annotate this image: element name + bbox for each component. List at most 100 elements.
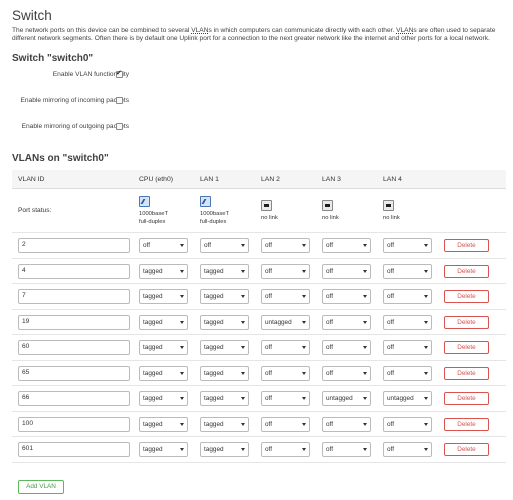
select-value: off [387, 267, 394, 275]
port-membership-select[interactable]: off [139, 238, 188, 254]
switch-page: Switch The network ports on this device … [12, 8, 506, 463]
vlans-heading: VLANs on "switch0" [12, 152, 109, 164]
port-membership-select[interactable]: off [261, 238, 310, 254]
port-membership-select[interactable]: off [322, 442, 371, 458]
delete-vlan-button[interactable]: Delete [444, 290, 489, 304]
option-label: Enable VLAN functionality [52, 70, 129, 78]
port-membership-select[interactable]: tagged [139, 289, 188, 305]
port-membership-select[interactable]: off [322, 340, 371, 356]
vlan-id-input[interactable]: 100 [18, 416, 130, 432]
add-vlan-button[interactable]: Add VLAN [18, 480, 64, 494]
action-cell: Delete [438, 283, 506, 310]
vlan-id-input[interactable]: 4 [18, 263, 130, 279]
column-header: LAN 2 [255, 169, 316, 190]
port-membership-cell: off [377, 436, 438, 463]
delete-vlan-button[interactable]: Delete [444, 366, 489, 380]
port-membership-select[interactable]: off [383, 289, 432, 305]
port-membership-select[interactable]: off [261, 391, 310, 407]
delete-vlan-button[interactable]: Delete [444, 417, 489, 431]
vlan-id-input[interactable]: 7 [18, 289, 130, 305]
port-membership-select[interactable]: off [322, 314, 371, 330]
delete-vlan-button[interactable]: Delete [444, 264, 489, 278]
caret-down-icon [241, 371, 245, 375]
port-membership-select[interactable]: off [383, 314, 432, 330]
port-membership-select[interactable]: off [261, 289, 310, 305]
port-membership-select[interactable]: untagged [322, 391, 371, 407]
port-membership-cell: off [316, 360, 377, 387]
port-membership-select[interactable]: untagged [261, 314, 310, 330]
enable-vlan-checkbox[interactable] [116, 69, 123, 78]
caret-down-icon [302, 244, 306, 248]
port-membership-select[interactable]: off [383, 263, 432, 279]
mirror-outgoing-checkbox[interactable] [116, 122, 123, 130]
port-membership-select[interactable]: tagged [200, 314, 249, 330]
port-membership-select[interactable]: tagged [200, 289, 249, 305]
port-membership-select[interactable]: tagged [200, 263, 249, 279]
port-membership-cell: off [255, 436, 316, 463]
port-membership-select[interactable]: tagged [139, 442, 188, 458]
port-membership-cell: off [377, 334, 438, 361]
port-membership-select[interactable]: off [383, 442, 432, 458]
vlan-id-input[interactable]: 60 [18, 340, 130, 356]
port-membership-select[interactable]: off [322, 263, 371, 279]
port-membership-select[interactable]: tagged [139, 416, 188, 432]
delete-vlan-button[interactable]: Delete [444, 239, 489, 253]
port-membership-select[interactable]: tagged [200, 416, 249, 432]
port-membership-select[interactable]: tagged [139, 340, 188, 356]
caret-down-icon [363, 371, 367, 375]
port-membership-select[interactable]: off [261, 340, 310, 356]
port-membership-select[interactable]: tagged [139, 263, 188, 279]
port-membership-select[interactable]: off [261, 442, 310, 458]
vlan-row: 601 tagged tagged off off off Delete [12, 436, 506, 463]
port-membership-select[interactable]: tagged [139, 365, 188, 381]
vlan-id-input[interactable]: 66 [18, 391, 130, 407]
caret-down-icon [302, 269, 306, 273]
delete-vlan-button[interactable]: Delete [444, 315, 489, 329]
action-cell: Delete [438, 385, 506, 412]
port-membership-select[interactable]: tagged [139, 391, 188, 407]
caret-down-icon [363, 397, 367, 401]
port-membership-select[interactable]: tagged [139, 314, 188, 330]
port-membership-select[interactable]: off [383, 416, 432, 432]
port-membership-select[interactable]: off [322, 289, 371, 305]
port-membership-select[interactable]: off [261, 416, 310, 432]
port-membership-cell: tagged [194, 283, 255, 310]
mirror-incoming-checkbox[interactable] [116, 96, 123, 104]
port-membership-select[interactable]: off [383, 365, 432, 381]
select-value: tagged [143, 369, 163, 377]
delete-vlan-button[interactable]: Delete [444, 392, 489, 406]
caret-down-icon [180, 422, 184, 426]
caret-down-icon [424, 371, 428, 375]
port-membership-select[interactable]: off [383, 340, 432, 356]
port-membership-select[interactable]: off [322, 416, 371, 432]
port-status-cell: no link [316, 188, 377, 234]
caret-down-icon [241, 320, 245, 324]
port-membership-cell: off [377, 258, 438, 285]
port-membership-select[interactable]: off [200, 238, 249, 254]
port-membership-cell: off [255, 283, 316, 310]
page-description: The network ports on this device can be … [12, 27, 498, 44]
vlan-id-input[interactable]: 2 [18, 238, 130, 254]
delete-vlan-button[interactable]: Delete [444, 443, 489, 457]
port-membership-select[interactable]: off [322, 238, 371, 254]
vlan-id-input[interactable]: 19 [18, 314, 130, 330]
port-membership-select[interactable]: off [322, 365, 371, 381]
port-membership-cell: off [316, 309, 377, 336]
delete-vlan-button[interactable]: Delete [444, 341, 489, 355]
vlan-id-input[interactable]: 65 [18, 365, 130, 381]
port-membership-select[interactable]: off [261, 365, 310, 381]
select-value: off [387, 369, 394, 377]
port-membership-select[interactable]: tagged [200, 340, 249, 356]
action-cell: Delete [438, 309, 506, 336]
port-membership-select[interactable]: off [383, 238, 432, 254]
caret-down-icon [241, 244, 245, 248]
port-membership-select[interactable]: tagged [200, 365, 249, 381]
port-membership-select[interactable]: untagged [383, 391, 432, 407]
port-speed-text: no link [261, 214, 278, 221]
vlan-id-input[interactable]: 601 [18, 442, 130, 458]
port-membership-select[interactable]: tagged [200, 442, 249, 458]
port-membership-select[interactable]: off [261, 263, 310, 279]
port-status: no link [322, 199, 339, 222]
caret-down-icon [424, 422, 428, 426]
port-membership-select[interactable]: tagged [200, 391, 249, 407]
